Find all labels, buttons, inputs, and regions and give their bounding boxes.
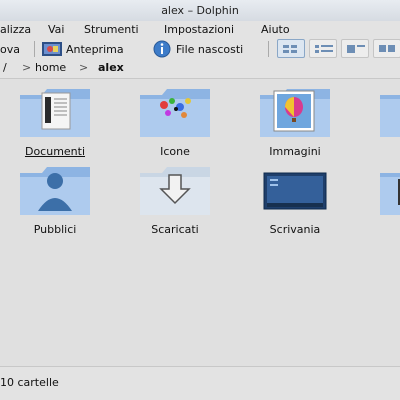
- status-bar: 10 cartelle: [0, 366, 400, 400]
- folder-item-pubblici[interactable]: Pubblici: [0, 157, 110, 243]
- folder-item-partial[interactable]: L: [360, 79, 400, 165]
- toolbar: ova Anteprima File nascosti: [0, 39, 400, 59]
- folder-label: Pubblici: [33, 223, 77, 236]
- dolphin-window: alex – Dolphin alizza Vai Strumenti Impo…: [0, 0, 400, 400]
- preview-button[interactable]: Anteprima: [42, 39, 124, 59]
- window-title: alex – Dolphin: [161, 4, 239, 17]
- pictures-folder-icon: [260, 89, 330, 137]
- desktop-folder-icon: [263, 172, 327, 210]
- toolbar-separator: [34, 41, 35, 57]
- hidden-files-button[interactable]: File nascosti: [152, 39, 243, 59]
- status-text: 10 cartelle: [0, 376, 59, 389]
- breadcrumb: / > home > alex: [0, 59, 400, 76]
- preview-button-label: Anteprima: [66, 42, 124, 56]
- folder-label: Scrivania: [269, 223, 321, 236]
- info-icon: [153, 40, 171, 58]
- toolbar-separator: [268, 41, 269, 57]
- preview-icon: [42, 42, 62, 56]
- downloads-folder-icon: [140, 167, 210, 215]
- view-button-label: ova: [0, 42, 20, 56]
- folder-item-partial[interactable]: V: [360, 157, 400, 243]
- folder-item-icone[interactable]: Icone: [120, 79, 230, 165]
- menu-item-strumenti[interactable]: Strumenti: [84, 22, 139, 38]
- breadcrumb-root[interactable]: /: [3, 59, 7, 76]
- folder-label: V: [350, 223, 400, 236]
- documents-folder-icon: [20, 89, 90, 137]
- videos-folder-icon: [380, 173, 400, 215]
- icons-folder-icon: [140, 89, 210, 137]
- breadcrumb-separator: >: [22, 61, 32, 74]
- breadcrumb-separator: >: [79, 61, 89, 74]
- title-bar[interactable]: alex – Dolphin: [0, 0, 400, 21]
- columns-view-button[interactable]: [341, 39, 369, 58]
- menu-item-impostazioni[interactable]: Impostazioni: [164, 22, 234, 38]
- menu-bar: alizza Vai Strumenti Impostazioni Aiuto: [0, 21, 400, 39]
- folder-view: Documenti Icone Immagini Pubblici Scaric…: [0, 78, 400, 367]
- hidden-files-label: File nascosti: [176, 42, 244, 56]
- public-folder-icon: [20, 167, 90, 215]
- folder-item-scaricati[interactable]: Scaricati: [120, 157, 230, 243]
- breadcrumb-current[interactable]: alex: [98, 59, 124, 76]
- icons-view-button[interactable]: [277, 39, 305, 58]
- folder-label: Scaricati: [151, 223, 199, 236]
- view-button[interactable]: ova: [0, 39, 20, 59]
- folder-item-immagini[interactable]: Immagini: [240, 79, 350, 165]
- menu-item-aiuto[interactable]: Aiuto: [261, 22, 290, 38]
- folder-item-documenti[interactable]: Documenti: [0, 79, 110, 165]
- details-view-button[interactable]: [309, 39, 337, 58]
- menu-item-visualizza[interactable]: alizza: [0, 22, 31, 38]
- breadcrumb-home[interactable]: home: [35, 59, 66, 76]
- menu-item-vai[interactable]: Vai: [48, 22, 64, 38]
- folder-item-scrivania[interactable]: Scrivania: [240, 157, 350, 243]
- folder-icon: [380, 95, 400, 137]
- split-view-button[interactable]: [373, 39, 400, 58]
